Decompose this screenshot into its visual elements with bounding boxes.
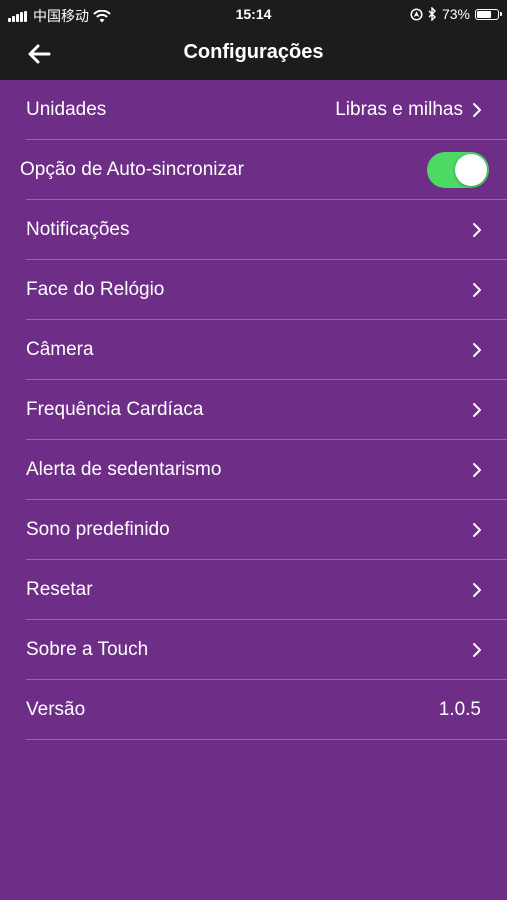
chevron-right-icon [473, 523, 481, 537]
notifications-row[interactable]: Notificações [0, 200, 507, 260]
status-bar: 中国移动 15:14 73% [0, 0, 507, 28]
auto-sync-label: Opção de Auto-sincronizar [20, 159, 244, 180]
auto-sync-row: Opção de Auto-sincronizar [0, 140, 507, 200]
default-sleep-label: Sono predefinido [26, 519, 170, 540]
page-title: Configurações [183, 41, 324, 63]
battery-fill [477, 10, 491, 18]
location-lock-icon [410, 7, 423, 21]
chevron-right-icon [473, 343, 481, 357]
about-row[interactable]: Sobre a Touch [0, 620, 507, 680]
chevron-right-icon [473, 463, 481, 477]
chevron-right-icon [473, 223, 481, 237]
watch-face-row[interactable]: Face do Relógio [0, 260, 507, 320]
camera-label: Câmera [26, 339, 94, 360]
reset-label: Resetar [26, 579, 93, 600]
sedentary-alert-label: Alerta de sedentarismo [26, 459, 222, 480]
notifications-label: Notificações [26, 219, 130, 240]
version-value: 1.0.5 [438, 699, 481, 720]
units-value: Libras e milhas [335, 99, 463, 120]
chevron-right-icon [473, 583, 481, 597]
camera-row[interactable]: Câmera [0, 320, 507, 380]
settings-list: Unidades Libras e milhas Opção de Auto-s… [0, 80, 507, 740]
version-label: Versão [26, 699, 86, 720]
battery-percent: 73% [441, 6, 470, 22]
chevron-right-icon [473, 403, 481, 417]
auto-sync-toggle[interactable] [427, 152, 489, 188]
battery-icon [475, 8, 502, 20]
default-sleep-row[interactable]: Sono predefinido [0, 500, 507, 560]
toggle-knob [455, 154, 487, 186]
chevron-right-icon [473, 643, 481, 657]
heart-rate-row[interactable]: Frequência Cardíaca [0, 380, 507, 440]
units-row[interactable]: Unidades Libras e milhas [0, 80, 507, 140]
watch-face-label: Face do Relógio [26, 279, 165, 300]
status-right: 73% [410, 6, 502, 22]
reset-row[interactable]: Resetar [0, 560, 507, 620]
sedentary-alert-row[interactable]: Alerta de sedentarismo [0, 440, 507, 500]
bluetooth-icon [428, 7, 436, 21]
about-label: Sobre a Touch [26, 639, 149, 660]
version-row: Versão 1.0.5 [0, 680, 507, 740]
chevron-right-icon [473, 103, 481, 117]
units-label: Unidades [26, 99, 107, 120]
heart-rate-label: Frequência Cardíaca [26, 399, 204, 420]
nav-bar: Configurações [0, 28, 507, 80]
chevron-right-icon [473, 283, 481, 297]
